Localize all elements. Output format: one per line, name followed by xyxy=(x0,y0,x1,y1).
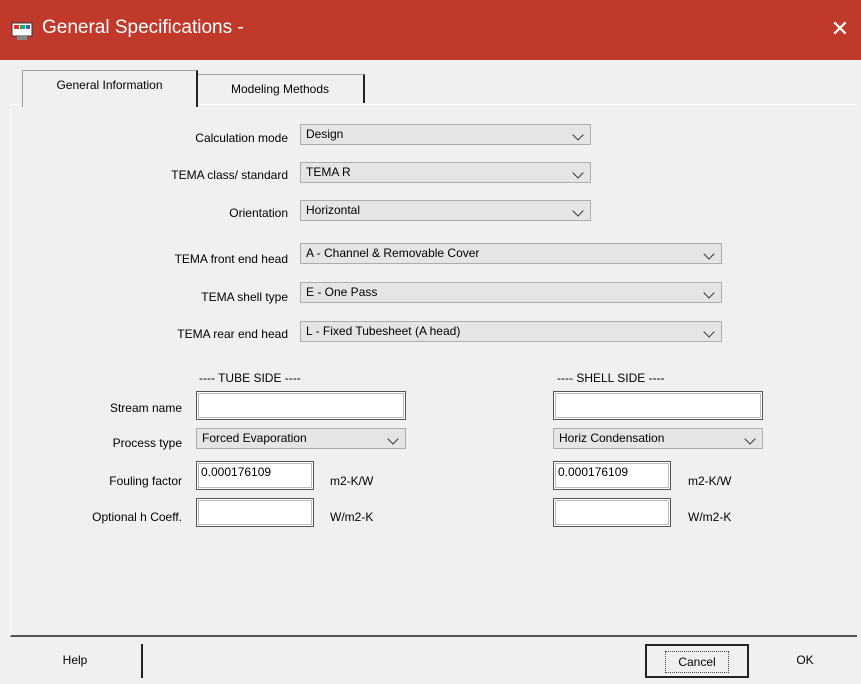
tema-class-select[interactable]: TEMA R xyxy=(300,162,591,183)
tube-process-type-value: Forced Evaporation xyxy=(202,431,307,445)
tube-h-unit: W/m2-K xyxy=(330,510,374,524)
cancel-button[interactable]: Cancel xyxy=(645,644,749,678)
tube-h-coeff-input[interactable] xyxy=(196,498,314,527)
window-title: General Specifications - xyxy=(42,17,244,38)
fouling-factor-label: Fouling factor xyxy=(109,474,182,488)
calculation-mode-value: Design xyxy=(306,127,344,141)
chevron-down-icon xyxy=(572,205,584,217)
tema-class-label: TEMA class/ standard xyxy=(171,168,288,182)
calculation-mode-select[interactable]: Design xyxy=(300,124,591,145)
help-button[interactable]: Help xyxy=(9,644,143,678)
shell-fouling-factor-input[interactable]: 0.000176109 xyxy=(553,461,671,490)
ok-button[interactable]: OK xyxy=(760,644,850,678)
front-head-value: A - Channel & Removable Cover xyxy=(306,246,480,260)
shell-type-value: E - One Pass xyxy=(306,285,378,299)
tube-fouling-unit: m2-K/W xyxy=(330,474,374,488)
chevron-down-icon xyxy=(744,433,756,445)
chevron-down-icon xyxy=(703,248,715,260)
process-type-label: Process type xyxy=(112,436,182,450)
orientation-select[interactable]: Horizontal xyxy=(300,200,591,221)
orientation-label: Orientation xyxy=(229,206,288,220)
cancel-button-label: Cancel xyxy=(665,651,729,673)
app-icon xyxy=(11,22,33,40)
chevron-down-icon xyxy=(387,433,399,445)
front-head-label: TEMA front end head xyxy=(174,252,288,266)
chevron-down-icon xyxy=(572,167,584,179)
shell-h-unit: W/m2-K xyxy=(688,510,732,524)
shell-type-label: TEMA shell type xyxy=(201,290,288,304)
tube-fouling-factor-input[interactable]: 0.000176109 xyxy=(196,461,314,490)
tube-stream-name-input[interactable] xyxy=(196,391,406,420)
chevron-down-icon xyxy=(703,326,715,338)
optional-h-label: Optional h Coeff. xyxy=(92,510,182,524)
shell-stream-name-input[interactable] xyxy=(553,391,763,420)
chevron-down-icon xyxy=(703,287,715,299)
front-head-select[interactable]: A - Channel & Removable Cover xyxy=(300,243,722,264)
orientation-value: Horizontal xyxy=(306,203,361,217)
close-icon[interactable]: ✕ xyxy=(826,15,854,43)
tab-panel xyxy=(10,104,857,637)
calculation-mode-label: Calculation mode xyxy=(195,131,288,145)
tab-modeling-methods[interactable]: Modeling Methods xyxy=(196,74,365,103)
tab-general-information[interactable]: General Information xyxy=(22,70,198,107)
shell-process-type-select[interactable]: Horiz Condensation xyxy=(553,428,763,449)
stream-name-label: Stream name xyxy=(109,401,182,415)
shell-h-coeff-input[interactable] xyxy=(553,498,671,527)
shell-side-heading: ---- SHELL SIDE ---- xyxy=(557,371,665,385)
shell-type-select[interactable]: E - One Pass xyxy=(300,282,722,303)
rear-head-value: L - Fixed Tubesheet (A head) xyxy=(306,324,461,338)
tema-class-value: TEMA R xyxy=(306,165,351,179)
chevron-down-icon xyxy=(572,129,584,141)
rear-head-label: TEMA rear end head xyxy=(177,327,288,341)
shell-fouling-unit: m2-K/W xyxy=(688,474,732,488)
shell-process-type-value: Horiz Condensation xyxy=(559,431,665,445)
tube-process-type-select[interactable]: Forced Evaporation xyxy=(196,428,406,449)
title-bar: General Specifications - ✕ xyxy=(0,0,861,60)
rear-head-select[interactable]: L - Fixed Tubesheet (A head) xyxy=(300,321,722,342)
tube-side-heading: ---- TUBE SIDE ---- xyxy=(199,371,301,385)
